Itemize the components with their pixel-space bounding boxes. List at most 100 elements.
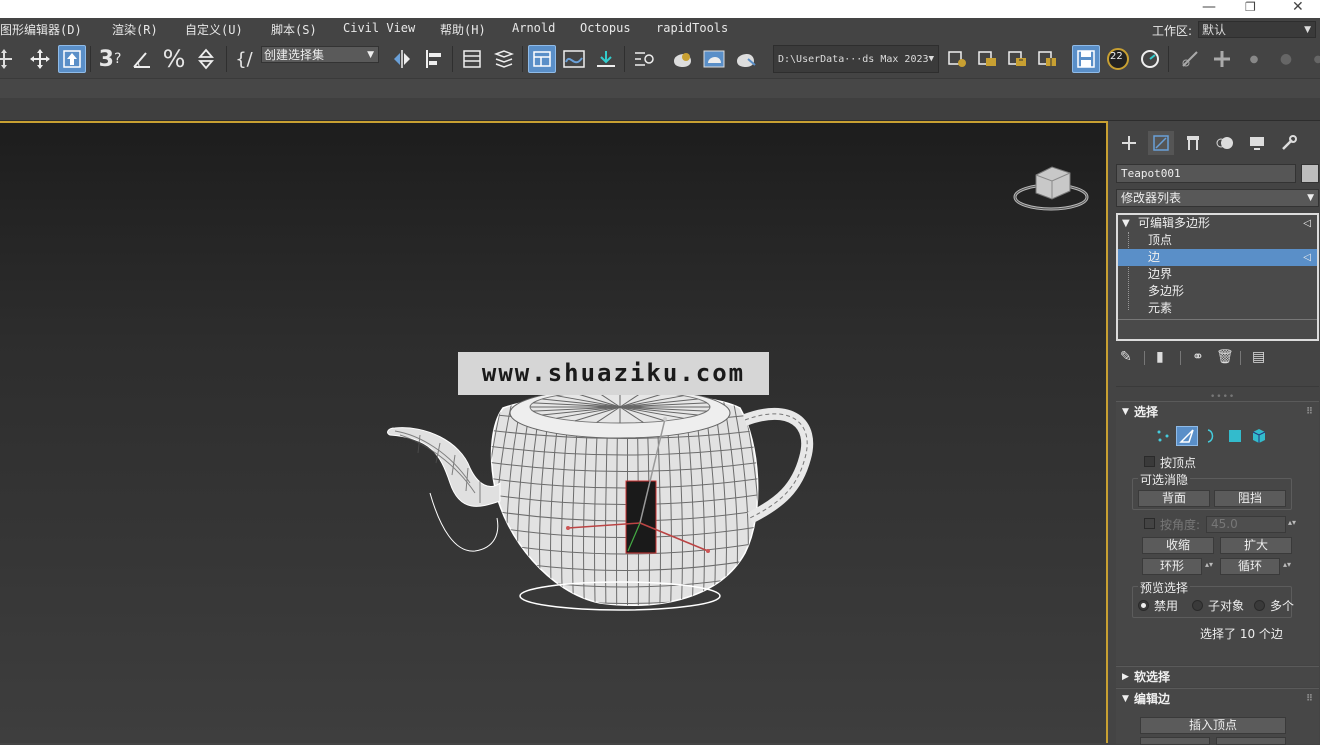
stack-item-border[interactable]: 边界 <box>1118 266 1317 283</box>
named-selection-dropdown[interactable]: 创建选择集 ▼ <box>261 46 379 63</box>
soft-selection-rollout-header[interactable]: ▶ 软选择 <box>1116 667 1319 687</box>
align-icon[interactable] <box>420 45 448 73</box>
create-tab-icon[interactable] <box>1116 131 1142 155</box>
mirror-icon[interactable] <box>388 45 416 73</box>
ring-button[interactable]: 环形 <box>1142 558 1202 575</box>
spinner-snap-icon[interactable] <box>192 45 220 73</box>
close-button[interactable]: ✕ <box>1292 0 1304 15</box>
menu-item[interactable]: Arnold <box>512 21 555 35</box>
by-angle-checkbox[interactable] <box>1144 518 1155 529</box>
render-production-icon[interactable] <box>732 45 760 73</box>
hierarchy-tab-icon[interactable] <box>1180 131 1206 155</box>
project-path-dropdown[interactable]: D:\UserData···ds Max 2023 ▼ <box>773 45 939 73</box>
perspective-viewport[interactable]: www.shuaziku.com <box>0 121 1108 743</box>
render-setup-icon[interactable] <box>668 45 696 73</box>
stack-item-vertex[interactable]: 顶点 <box>1118 232 1317 249</box>
menu-item[interactable]: 帮助(H) <box>440 21 486 38</box>
menu-item[interactable]: 脚本(S) <box>271 21 317 38</box>
material-editor-icon[interactable] <box>630 45 658 73</box>
by-vertex-checkbox[interactable] <box>1144 456 1155 467</box>
select-manipulate-icon[interactable] <box>58 45 86 73</box>
partial-button[interactable] <box>1216 737 1286 745</box>
edit-edges-rollout-header[interactable]: ▼ 编辑边 ⠿ <box>1116 689 1319 709</box>
percent-snap-icon[interactable]: % <box>160 45 188 73</box>
element-mode-icon[interactable] <box>1248 426 1270 446</box>
collapse-triangle-icon[interactable]: ▼ <box>1122 215 1130 232</box>
partial-button[interactable] <box>1140 737 1210 745</box>
stack-item-edge[interactable]: 边 ◁ <box>1118 249 1317 266</box>
save-folder-icon[interactable] <box>1004 45 1032 73</box>
menu-item[interactable]: rapidTools <box>656 21 728 35</box>
menu-item[interactable]: 图形编辑器(D) <box>0 21 82 38</box>
occluded-button[interactable]: 阻挡 <box>1214 490 1286 507</box>
move-icon[interactable] <box>26 45 54 73</box>
backface-button[interactable]: 背面 <box>1138 490 1210 507</box>
angle-spinner[interactable]: 45.0 <box>1206 516 1286 533</box>
display-tab-icon[interactable] <box>1244 131 1270 155</box>
stack-item-editable-poly[interactable]: ▼ 可编辑多边形 ◁ <box>1118 215 1317 232</box>
schematic-view-icon[interactable] <box>592 45 620 73</box>
toolbar-separator <box>452 46 453 72</box>
make-unique-icon[interactable]: ⚭ <box>1192 349 1204 365</box>
rendered-frame-icon[interactable] <box>700 45 728 73</box>
named-selection-icon[interactable]: {/ <box>230 45 258 73</box>
menu-item[interactable]: Octopus <box>580 21 631 35</box>
modifier-list-dropdown[interactable]: 修改器列表 ▼ <box>1116 189 1319 207</box>
angle-snap-icon[interactable] <box>128 45 156 73</box>
archive-folder-icon[interactable] <box>1034 45 1062 73</box>
loop-button[interactable]: 循环 <box>1220 558 1280 575</box>
dot-icon[interactable]: ● <box>1304 45 1320 73</box>
render-counter-icon[interactable]: 22 <box>1104 45 1132 73</box>
teapot-wireframe <box>387 166 1089 611</box>
border-mode-icon[interactable] <box>1200 426 1222 446</box>
preview-subobject-radio[interactable] <box>1192 600 1203 611</box>
dot-icon[interactable]: ● <box>1272 45 1300 73</box>
snap-3d-icon[interactable]: 3? <box>96 45 124 73</box>
minimize-button[interactable]: — <box>1202 0 1216 15</box>
layer-explorer-icon[interactable] <box>490 45 518 73</box>
curve-editor-icon[interactable] <box>560 45 588 73</box>
preview-off-radio[interactable] <box>1138 600 1149 611</box>
scene-explorer-icon[interactable] <box>458 45 486 73</box>
selection-rollout-header[interactable]: ▼ 选择 ⠿ <box>1116 402 1319 422</box>
menu-item[interactable]: 渲染(R) <box>112 21 158 38</box>
object-name-field[interactable]: Teapot001 <box>1116 164 1296 183</box>
spinner-arrows-icon[interactable]: ▴▾ <box>1283 560 1291 569</box>
edge-mode-icon[interactable] <box>1176 426 1198 446</box>
motion-tab-icon[interactable] <box>1212 131 1238 155</box>
pin-stack-icon[interactable]: ✎ <box>1120 349 1132 365</box>
menu-item[interactable]: 自定义(U) <box>185 21 243 38</box>
project-folder-icon[interactable] <box>944 45 972 73</box>
select-object-icon[interactable] <box>0 45 18 73</box>
remove-modifier-icon[interactable]: 🗑 <box>1216 349 1234 365</box>
save-scene-icon[interactable] <box>1072 45 1100 73</box>
dot-icon[interactable]: ● <box>1240 45 1268 73</box>
spinner-arrows-icon[interactable]: ▴▾ <box>1205 560 1213 569</box>
restore-button[interactable]: ❐ <box>1245 0 1256 14</box>
preview-multi-radio[interactable] <box>1254 600 1265 611</box>
main-toolbar: 3? % {/ 创建选择集 ▼ D:\UserData···ds Max 202… <box>0 40 1320 79</box>
workspace-dropdown[interactable]: 默认 ▼ <box>1198 21 1316 38</box>
modify-tab-icon[interactable] <box>1148 131 1174 155</box>
show-end-result-icon[interactable]: ▮ <box>1156 349 1164 365</box>
open-folder-icon[interactable] <box>974 45 1002 73</box>
stack-item-label: 元素 <box>1148 301 1173 315</box>
add-plugin-icon[interactable] <box>1208 45 1236 73</box>
timer-icon[interactable] <box>1136 45 1164 73</box>
configure-sets-icon[interactable]: ▤ <box>1252 349 1265 365</box>
object-color-swatch[interactable] <box>1301 164 1319 183</box>
shrink-button[interactable]: 收缩 <box>1142 537 1214 554</box>
grow-button[interactable]: 扩大 <box>1220 537 1292 554</box>
panel-separator <box>1116 386 1319 387</box>
spinner-arrows-icon[interactable]: ▴▾ <box>1288 518 1296 527</box>
menu-item[interactable]: Civil View <box>343 21 415 35</box>
ribbon-toggle-icon[interactable] <box>528 45 556 73</box>
rollout-title: 选择 <box>1134 405 1159 419</box>
stack-item-element[interactable]: 元素 <box>1118 300 1317 317</box>
stack-item-polygon[interactable]: 多边形 <box>1118 283 1317 300</box>
utilities-tab-icon[interactable] <box>1276 131 1302 155</box>
polygon-mode-icon[interactable] <box>1224 426 1246 446</box>
brush-icon[interactable] <box>1176 45 1204 73</box>
insert-vertex-button[interactable]: 插入顶点 <box>1140 717 1286 734</box>
vertex-mode-icon[interactable] <box>1152 426 1174 446</box>
